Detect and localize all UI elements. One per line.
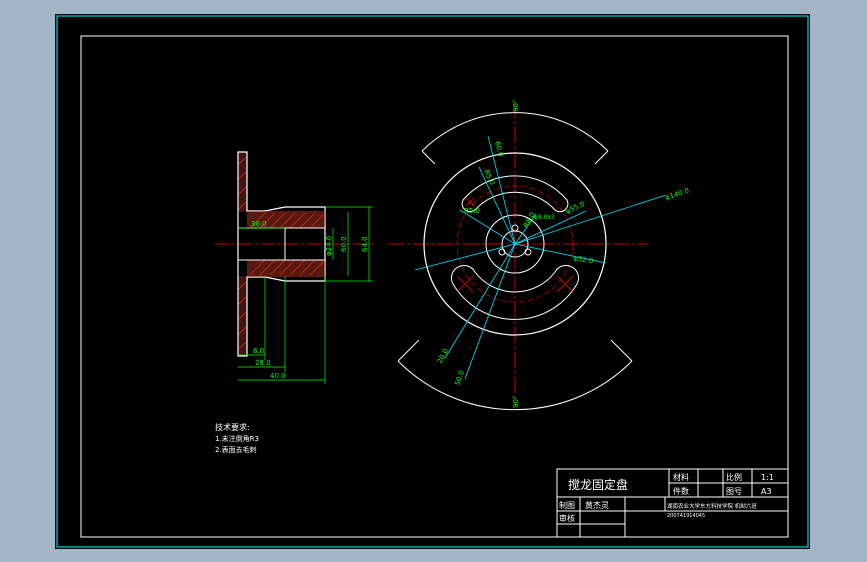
angle-leg-top-left (421, 150, 436, 165)
plan-view: 90° 90° 60.0 R5.0 R5.0 R8.0 φ8.0x3 φ55.0… (388, 100, 690, 411)
dim-slot-width-2: 50.0 (453, 369, 466, 386)
dim-angle-top: 90° (512, 100, 520, 112)
hub-hatch-lower (247, 260, 325, 277)
notes-item-2: 2.表面去毛刺 (215, 445, 257, 454)
notes-item-1: 1.未注倒角R3 (215, 434, 259, 443)
section-view: 30.0 φ24.0 60.0 64.0 6.0 28.0 40.0 (215, 151, 373, 384)
dim-bolt-hole: φ8.0x3 (534, 214, 555, 221)
dim-outer-dia-plan: φ140.0 (664, 187, 690, 202)
drawing-no-label: 图号 (726, 487, 742, 496)
dim-total-len: 40.0 (270, 372, 286, 380)
title-block: 搅龙固定盘 材料 件数 比例 1:1 图号 A3 制图 黄杰灵 审核 湖南农业大… (556, 468, 789, 538)
scale-label: 比例 (726, 472, 742, 482)
dim-bore: 30.0 (251, 220, 267, 228)
dim-hub-len: 28.0 (255, 359, 271, 367)
bolt-hole-left (498, 248, 506, 256)
student-no: 200741914045 (667, 513, 705, 519)
dim-hub-dia: φ32.0 (573, 254, 594, 265)
scale-value: 1:1 (761, 473, 774, 482)
drawing-canvas: 30.0 φ24.0 60.0 64.0 6.0 28.0 40.0 90° 9… (55, 14, 810, 549)
school-line: 湖南农业大学东方科技学院 机制六班 (667, 502, 757, 510)
quantity-label: 件数 (673, 486, 689, 496)
section-dimension-lines (238, 206, 373, 384)
flange-hatch-upper (238, 152, 247, 212)
material-label: 材料 (673, 472, 689, 482)
checked-label: 审核 (559, 513, 575, 523)
drawn-name: 黄杰灵 (585, 500, 609, 510)
angle-leg-bottom-left (397, 339, 420, 362)
drawing-no-value: A3 (761, 487, 772, 496)
hatch-lines (238, 156, 324, 350)
dim-angle-bottom: 90° (512, 396, 520, 408)
angle-leg-bottom-right (610, 339, 633, 362)
part-name: 搅龙固定盘 (568, 477, 628, 492)
dim-outer-dia: 60.0 (340, 236, 348, 252)
flange-hatch-lower (238, 276, 247, 356)
angle-leg-top-right (594, 150, 609, 165)
dim-slot-width-1: 20.0 (436, 347, 450, 365)
flange-outline (237, 151, 326, 357)
bolt-hole-right (524, 248, 532, 256)
dim-inner-dia: φ24.0 (325, 236, 333, 256)
tech-notes: 技术要求: 1.未注倒角R3 2.表面去毛刺 (215, 422, 259, 454)
dim-right-dia: 64.0 (361, 236, 369, 252)
dim-slot-r-small: R5.0 (464, 207, 480, 215)
notes-heading: 技术要求: (215, 422, 250, 432)
drawn-label: 制图 (559, 500, 575, 510)
dim-thickness: 6.0 (253, 347, 264, 355)
